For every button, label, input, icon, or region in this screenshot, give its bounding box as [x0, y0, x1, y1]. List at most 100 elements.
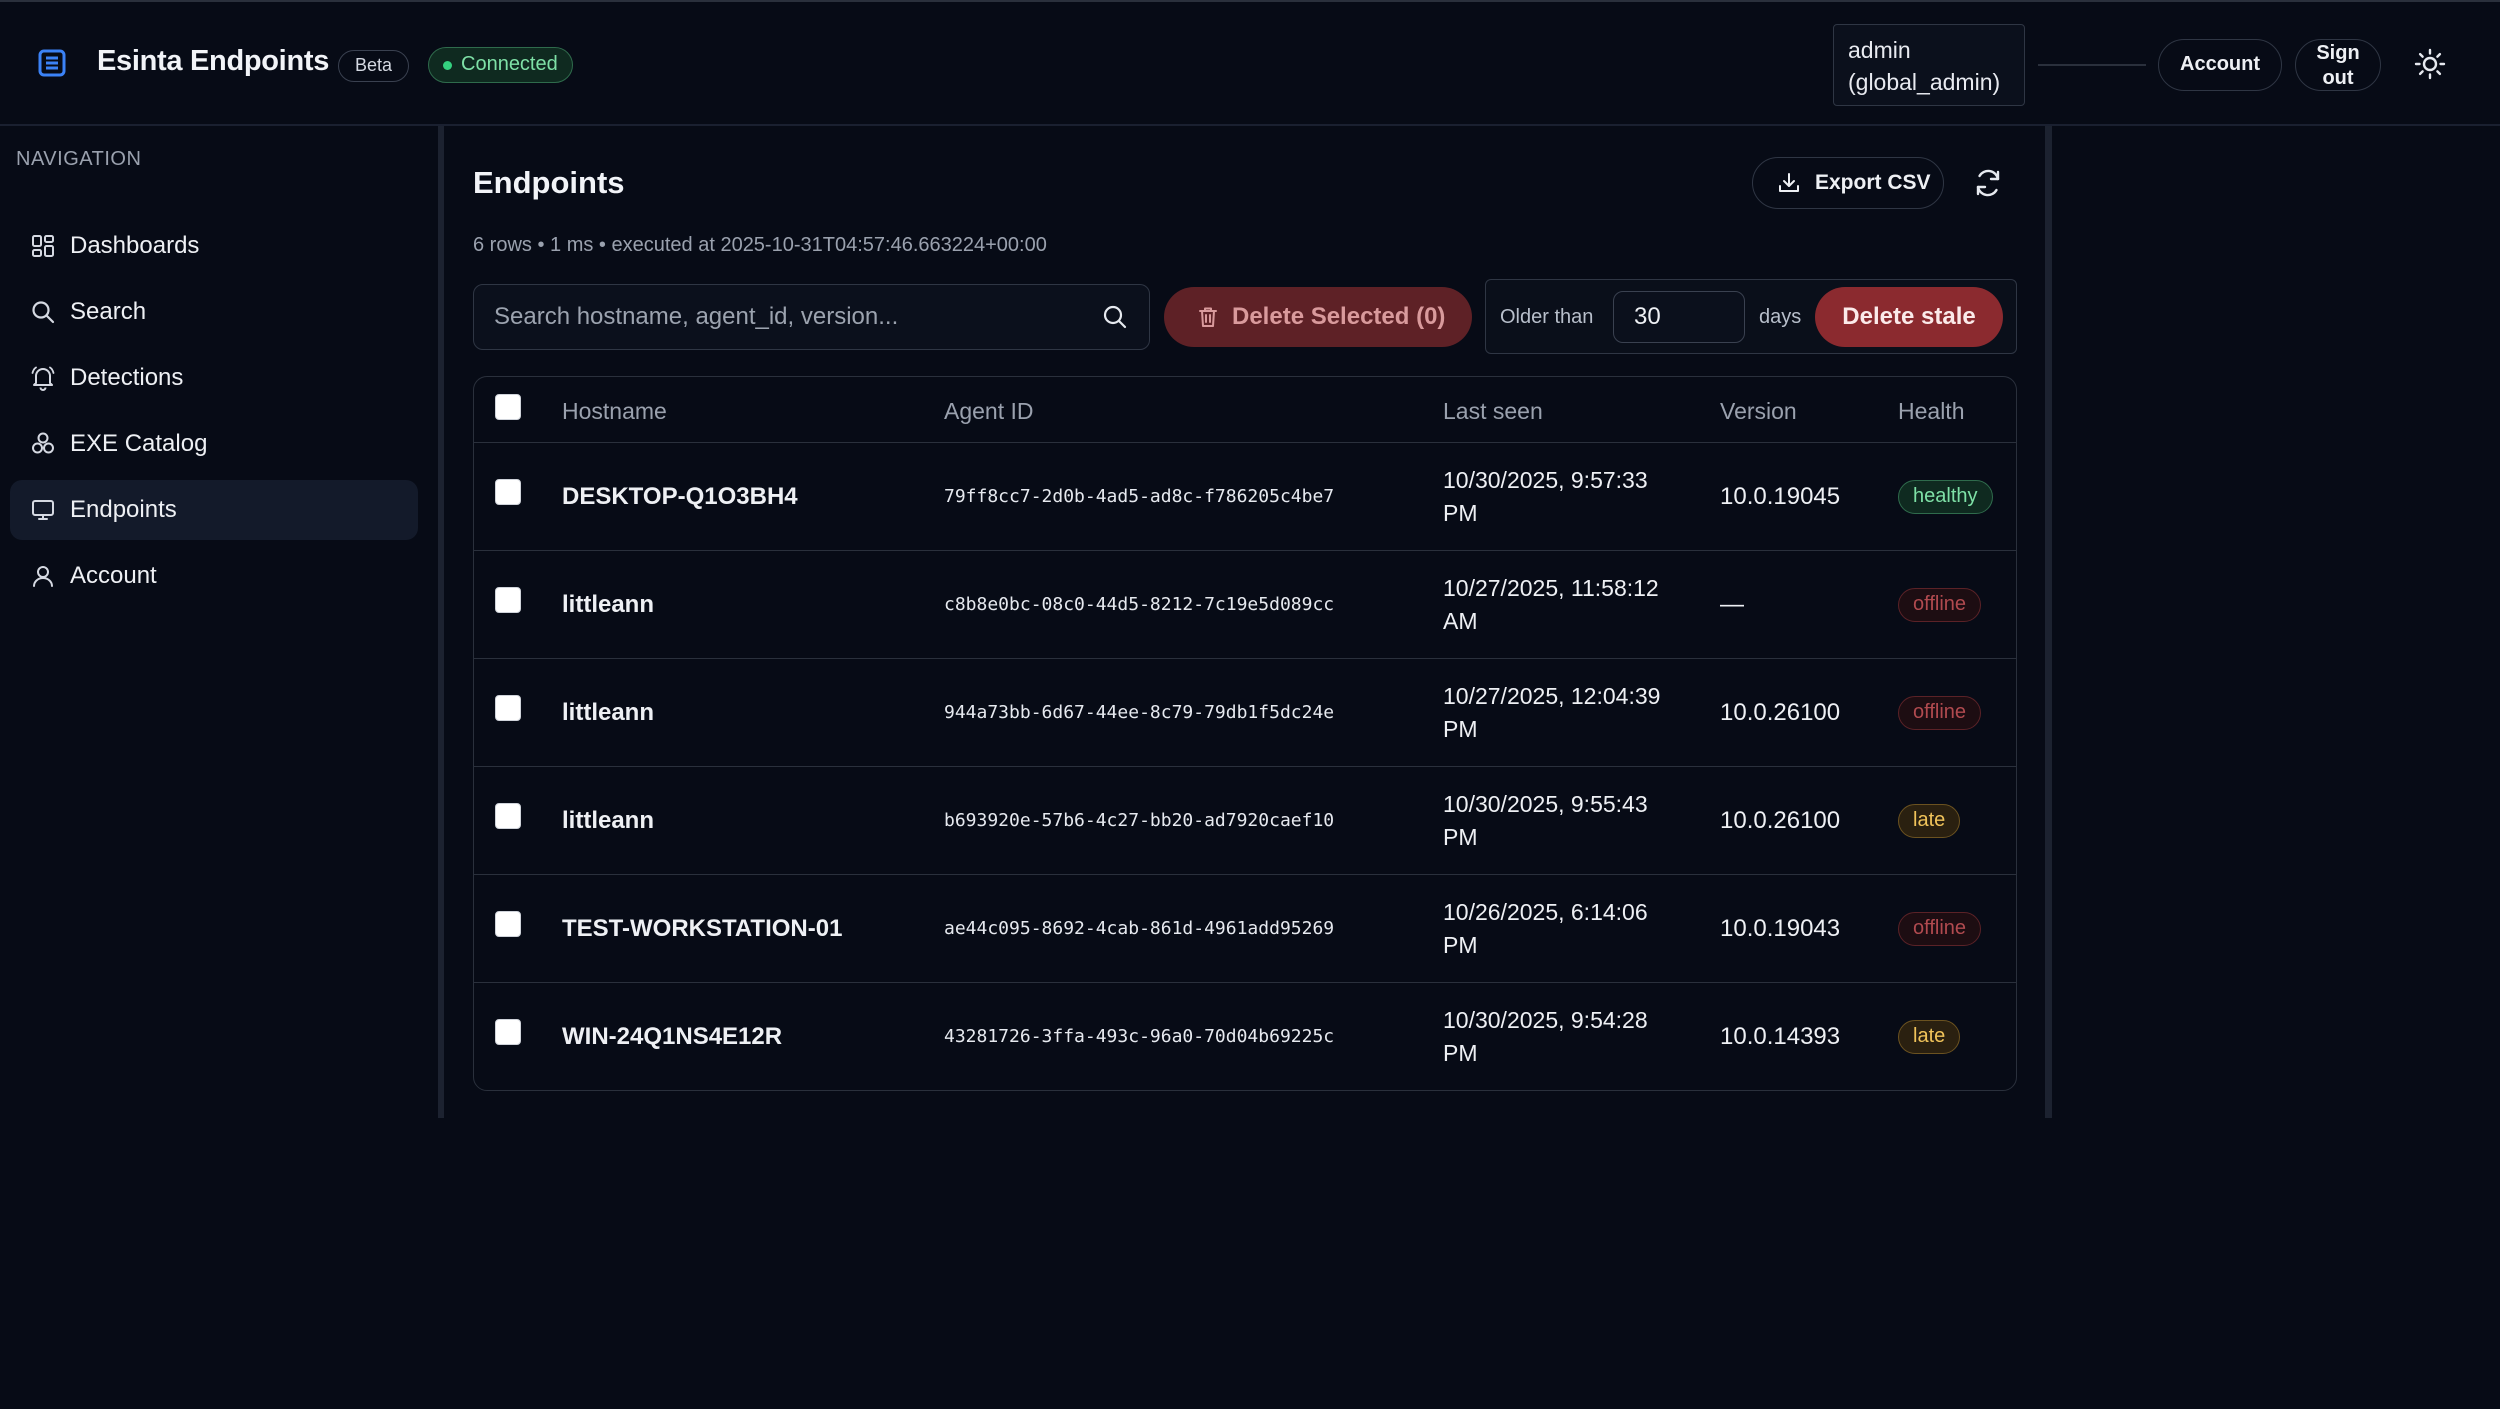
sidebar-item-label: Endpoints: [70, 496, 177, 523]
table-row[interactable]: DESKTOP-Q1O3BH4 79ff8cc7-2d0b-4ad5-ad8c-…: [474, 443, 2016, 551]
version-cell: 10.0.14393: [1720, 1023, 1841, 1050]
search-icon: [32, 301, 55, 324]
hostname-cell: WIN-24Q1NS4E12R: [562, 1023, 783, 1050]
column-header-version[interactable]: Version: [1720, 398, 1797, 425]
agent-id-cell: c8b8e0bc-08c0-44d5-8212-7c19e5d089cc: [944, 594, 1335, 615]
table-header: Hostname Agent ID Last seen Version Heal…: [474, 377, 2016, 443]
brand-logo-icon: [38, 49, 66, 77]
monitor-icon: [32, 500, 54, 520]
column-header-agent-id[interactable]: Agent ID: [944, 398, 1034, 425]
row-checkbox[interactable]: [495, 587, 521, 613]
sidebar-item-endpoints[interactable]: Endpoints: [10, 480, 418, 540]
table-row[interactable]: TEST-WORKSTATION-01 ae44c095-8692-4cab-8…: [474, 875, 2016, 983]
column-header-hostname[interactable]: Hostname: [562, 398, 667, 425]
version-cell: 10.0.26100: [1720, 699, 1841, 726]
sidebar-item-label: Account: [70, 562, 157, 589]
table-row[interactable]: littleann c8b8e0bc-08c0-44d5-8212-7c19e5…: [474, 551, 2016, 659]
user-identity: admin (global_admin): [1833, 24, 2025, 106]
last-seen-cell: 10/30/2025, 9:57:33 PM: [1443, 467, 1648, 526]
sidebar-item-exe-catalog[interactable]: EXE Catalog: [10, 414, 418, 474]
hostname-cell: TEST-WORKSTATION-01: [562, 915, 843, 942]
sidebar-item-detections[interactable]: Detections: [10, 348, 418, 408]
query-meta: 6 rows • 1 ms • executed at 2025-10-31T0…: [473, 234, 1047, 256]
agent-id-cell: 79ff8cc7-2d0b-4ad5-ad8c-f786205c4be7: [944, 486, 1335, 507]
sidebar-item-label: Dashboards: [70, 232, 200, 259]
connection-status-label: Connected: [461, 53, 558, 75]
health-badge: late: [1898, 1020, 1961, 1054]
last-seen-cell: 10/26/2025, 6:14:06 PM: [1443, 899, 1648, 958]
select-all-checkbox[interactable]: [495, 394, 521, 420]
row-checkbox[interactable]: [495, 695, 521, 721]
column-header-last-seen[interactable]: Last seen: [1443, 398, 1543, 425]
last-seen-cell: 10/30/2025, 9:55:43 PM: [1443, 791, 1648, 850]
delete-selected-button[interactable]: Delete Selected (0): [1164, 287, 1472, 347]
health-badge: healthy: [1898, 480, 1993, 514]
version-cell: 10.0.26100: [1720, 807, 1841, 834]
health-badge: offline: [1898, 912, 1982, 946]
sidebar-item-label: Search: [70, 298, 147, 325]
row-checkbox[interactable]: [495, 803, 521, 829]
sidebar-item-label: EXE Catalog: [70, 430, 208, 457]
download-icon: [1779, 173, 1799, 192]
beta-badge: Beta: [338, 50, 410, 82]
row-checkbox[interactable]: [495, 1019, 521, 1045]
export-csv-label: Export CSV: [1815, 171, 1931, 194]
bell-icon: [31, 366, 55, 391]
search-input[interactable]: [494, 285, 1084, 348]
catalog-icon: [32, 432, 54, 454]
last-seen-cell: 10/27/2025, 12:04:39 PM: [1443, 683, 1661, 742]
connection-status-badge: Connected: [428, 47, 573, 83]
version-cell: 10.0.19043: [1720, 915, 1841, 942]
hostname-cell: DESKTOP-Q1O3BH4: [562, 483, 798, 510]
sign-out-button[interactable]: Sign out: [2295, 39, 2381, 91]
delete-stale-button[interactable]: Delete stale: [1815, 287, 2003, 347]
older-than-label: Older than: [1500, 306, 1594, 328]
last-seen-cell: 10/30/2025, 9:54:28 PM: [1443, 1007, 1648, 1066]
health-badge: offline: [1898, 588, 1982, 622]
user-icon: [33, 566, 53, 587]
version-cell: —: [1720, 591, 1744, 618]
agent-id-cell: 43281726-3ffa-493c-96a0-70d04b69225c: [944, 1026, 1335, 1047]
header-divider: [2038, 64, 2146, 66]
hostname-cell: littleann: [562, 591, 655, 618]
status-dot-icon: [443, 61, 452, 70]
panel-border-right: [2045, 126, 2052, 1118]
search-icon[interactable]: [1102, 304, 1128, 330]
panel-border-left: [438, 126, 444, 1118]
app-title: Esinta Endpoints: [97, 45, 330, 77]
user-name: admin: [1848, 37, 1911, 63]
hostname-cell: littleann: [562, 807, 655, 834]
refresh-icon[interactable]: [1970, 165, 2006, 201]
row-checkbox[interactable]: [495, 479, 521, 505]
sidebar-item-account[interactable]: Account: [10, 546, 418, 606]
table-row[interactable]: littleann 944a73bb-6d67-44ee-8c79-79db1f…: [474, 659, 2016, 767]
sidebar-item-search[interactable]: Search: [10, 282, 418, 342]
sidebar: NAVIGATION Dashboards Search Detections: [0, 126, 438, 1409]
days-label: days: [1759, 306, 1802, 328]
hostname-cell: littleann: [562, 699, 655, 726]
trash-icon: [1199, 307, 1217, 327]
sidebar-item-dashboards[interactable]: Dashboards: [10, 216, 418, 276]
delete-selected-label: Delete Selected (0): [1232, 303, 1446, 330]
sun-icon[interactable]: [2413, 47, 2447, 81]
health-badge: late: [1898, 804, 1961, 838]
health-badge: offline: [1898, 696, 1982, 730]
column-header-health[interactable]: Health: [1898, 398, 1964, 425]
account-button[interactable]: Account: [2158, 39, 2282, 91]
page-title: Endpoints: [473, 165, 625, 200]
nav-heading: NAVIGATION: [16, 148, 142, 170]
table-row[interactable]: WIN-24Q1NS4E12R 43281726-3ffa-493c-96a0-…: [474, 983, 2016, 1090]
export-csv-button[interactable]: Export CSV: [1752, 157, 1944, 209]
version-cell: 10.0.19045: [1720, 483, 1841, 510]
agent-id-cell: b693920e-57b6-4c27-bb20-ad7920caef10: [944, 810, 1335, 831]
agent-id-cell: ae44c095-8692-4cab-861d-4961add95269: [944, 918, 1335, 939]
user-role: (global_admin): [1848, 69, 2001, 95]
top-bar: Esinta Endpoints Beta Connected admin (g…: [0, 0, 2500, 126]
dashboard-icon: [32, 235, 54, 257]
last-seen-cell: 10/27/2025, 11:58:12 AM: [1443, 575, 1659, 634]
row-checkbox[interactable]: [495, 911, 521, 937]
older-than-days-input[interactable]: [1613, 291, 1745, 343]
agent-id-cell: 944a73bb-6d67-44ee-8c79-79db1f5dc24e: [944, 702, 1335, 723]
table-row[interactable]: littleann b693920e-57b6-4c27-bb20-ad7920…: [474, 767, 2016, 875]
sidebar-item-label: Detections: [70, 364, 184, 391]
